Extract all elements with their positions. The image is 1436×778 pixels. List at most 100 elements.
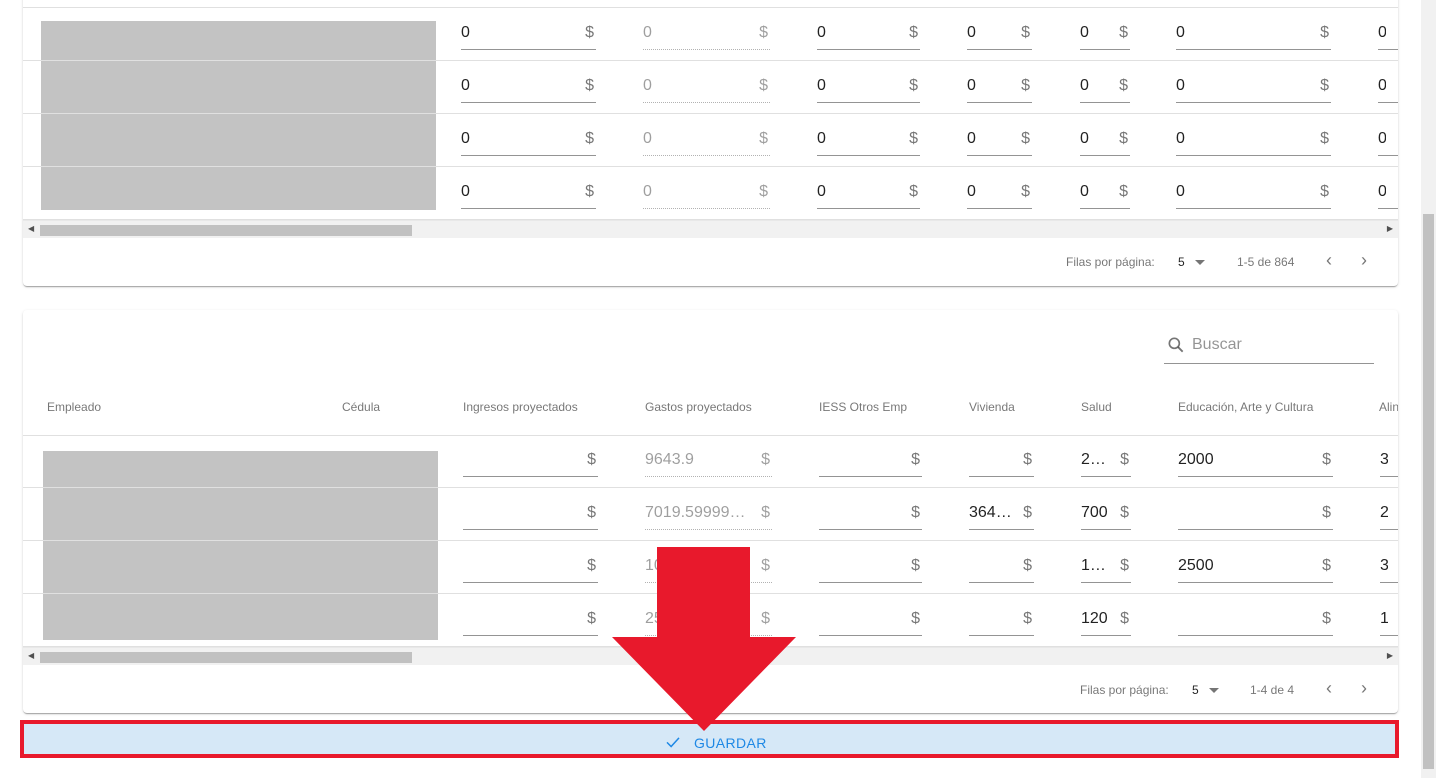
annotation-arrow [612,547,796,731]
gastos-proyectados-input: 9643.9 $ [645,445,772,477]
currency-symbol: $ [1120,451,1129,468]
rows-per-page-select[interactable]: 5 [1178,255,1185,269]
vivienda-input[interactable]: $ [969,604,1034,636]
vivienda-input[interactable]: $ [969,445,1034,477]
header-cedula[interactable]: Cédula [342,400,380,414]
currency-symbol: $ [1320,77,1329,94]
alimentacion-input[interactable]: 18 [1380,604,1398,636]
rows-per-page-select[interactable]: 5 [1192,683,1199,697]
iess-otros-emp-input[interactable]: $ [819,604,922,636]
educacion-input[interactable]: 2500 $ [1178,551,1333,583]
ingresos-proyectados-input[interactable]: 0 $ [461,71,596,103]
header-ingresos-proyectados[interactable]: Ingresos proyectados [463,400,578,414]
currency-symbol: $ [1023,504,1032,521]
ingresos-proyectados-input[interactable]: $ [463,445,598,477]
ingresos-proyectados-input[interactable]: $ [463,604,598,636]
alimentacion-input[interactable]: 0 [1378,71,1398,103]
educacion-input[interactable]: 0 $ [1176,18,1331,50]
educacion-input[interactable]: 0 $ [1176,71,1331,103]
vivienda-input[interactable]: 3643.9 $ [969,498,1034,530]
header-salud[interactable]: Salud [1081,400,1112,414]
salud-input[interactable]: 700 $ [1081,498,1131,530]
ingresos-proyectados-input[interactable]: $ [463,498,598,530]
scroll-left-icon[interactable]: ◀ [28,651,34,660]
iess-otros-emp-input[interactable]: 0 $ [817,18,920,50]
header-gastos-proyectados[interactable]: Gastos proyectados [645,400,752,414]
educacion-input[interactable]: $ [1178,604,1333,636]
vivienda-input[interactable]: 0 $ [967,124,1032,156]
alimentacion-value: 0 [1378,24,1386,42]
educacion-input[interactable]: $ [1178,498,1333,530]
currency-symbol: $ [587,451,596,468]
salud-input[interactable]: 1990 $ [1081,551,1131,583]
chevron-left-icon[interactable]: ‹ [1326,678,1332,699]
chevron-down-icon[interactable] [1195,260,1205,265]
vivienda-input[interactable]: $ [969,551,1034,583]
page-vertical-scrollbar[interactable] [1421,0,1436,778]
ingresos-proyectados-input[interactable]: 0 $ [461,18,596,50]
currency-symbol: $ [1322,451,1331,468]
check-icon [666,737,680,748]
vivienda-input[interactable]: 0 $ [967,18,1032,50]
currency-symbol: $ [1021,77,1030,94]
salud-input[interactable]: 0 $ [1080,177,1130,209]
iess-otros-emp-input[interactable]: $ [819,551,922,583]
iess-otros-emp-input[interactable]: $ [819,445,922,477]
header-empleado[interactable]: Empleado [47,400,101,414]
chevron-left-icon[interactable]: ‹ [1326,250,1332,271]
ingresos-proyectados-input[interactable]: 0 $ [461,177,596,209]
scrollbar-thumb[interactable] [1423,214,1434,769]
chevron-right-icon[interactable]: › [1361,250,1367,271]
alimentacion-input[interactable]: 0 [1378,18,1398,50]
ingresos-proyectados-value: 0 [461,24,470,41]
chevron-down-icon[interactable] [1209,688,1219,693]
scroll-left-icon[interactable]: ◀ [28,224,34,233]
educacion-input[interactable]: 0 $ [1176,177,1331,209]
currency-symbol: $ [759,77,768,94]
alimentacion-input[interactable]: 36 [1380,551,1398,583]
currency-symbol: $ [759,24,768,41]
alimentacion-input[interactable]: 0 [1378,177,1398,209]
salud-input[interactable]: 2000 $ [1081,445,1131,477]
vivienda-input[interactable]: 0 $ [967,177,1032,209]
iess-otros-emp-input[interactable]: 0 $ [817,71,920,103]
salud-input[interactable]: 120 $ [1081,604,1131,636]
header-educacion[interactable]: Educación, Arte y Cultura [1178,400,1313,414]
alimentacion-input[interactable]: 24 [1380,498,1398,530]
currency-symbol: $ [1023,557,1032,574]
scroll-right-icon[interactable]: ▶ [1387,651,1393,660]
salud-value: 0 [1080,77,1089,94]
vivienda-input[interactable]: 0 $ [967,71,1032,103]
ingresos-proyectados-value: 0 [461,183,470,200]
vivienda-value: 3643.9 [969,504,1012,521]
header-iess-otros-emp[interactable]: IESS Otros Emp [819,400,907,414]
salud-input[interactable]: 0 $ [1080,18,1130,50]
currency-symbol: $ [909,130,918,147]
iess-otros-emp-input[interactable]: $ [819,498,922,530]
salud-value: 0 [1080,130,1089,147]
scrollbar-thumb[interactable] [40,652,412,663]
header-vivienda[interactable]: Vivienda [969,400,1015,414]
salud-input[interactable]: 0 $ [1080,71,1130,103]
ingresos-proyectados-input[interactable]: 0 $ [461,124,596,156]
educacion-value: 0 [1176,77,1185,94]
ingresos-proyectados-input[interactable]: $ [463,551,598,583]
alimentacion-input[interactable]: 36 [1380,445,1398,477]
salud-input[interactable]: 0 $ [1080,124,1130,156]
header-alimentacion[interactable]: Alin [1379,400,1398,414]
search-input[interactable]: Buscar [1164,328,1374,364]
currency-symbol: $ [1120,504,1129,521]
projected-expenses-table-top: 0$0$0$0$0$0$00$0$0$0$0$0$00$0$0$0$0$0$00… [23,0,1398,286]
iess-otros-emp-input[interactable]: 0 $ [817,124,920,156]
scroll-right-icon[interactable]: ▶ [1387,224,1393,233]
educacion-input[interactable]: 0 $ [1176,124,1331,156]
iess-otros-emp-input[interactable]: 0 $ [817,177,920,209]
educacion-input[interactable]: 2000 $ [1178,445,1333,477]
currency-symbol: $ [909,24,918,41]
horizontal-scrollbar[interactable]: ◀ ▶ [23,220,1398,238]
chevron-right-icon[interactable]: › [1361,678,1367,699]
alimentacion-input[interactable]: 0 [1378,124,1398,156]
currency-symbol: $ [1320,130,1329,147]
scrollbar-thumb[interactable] [40,225,412,236]
alimentacion-value: 0 [1378,183,1386,201]
